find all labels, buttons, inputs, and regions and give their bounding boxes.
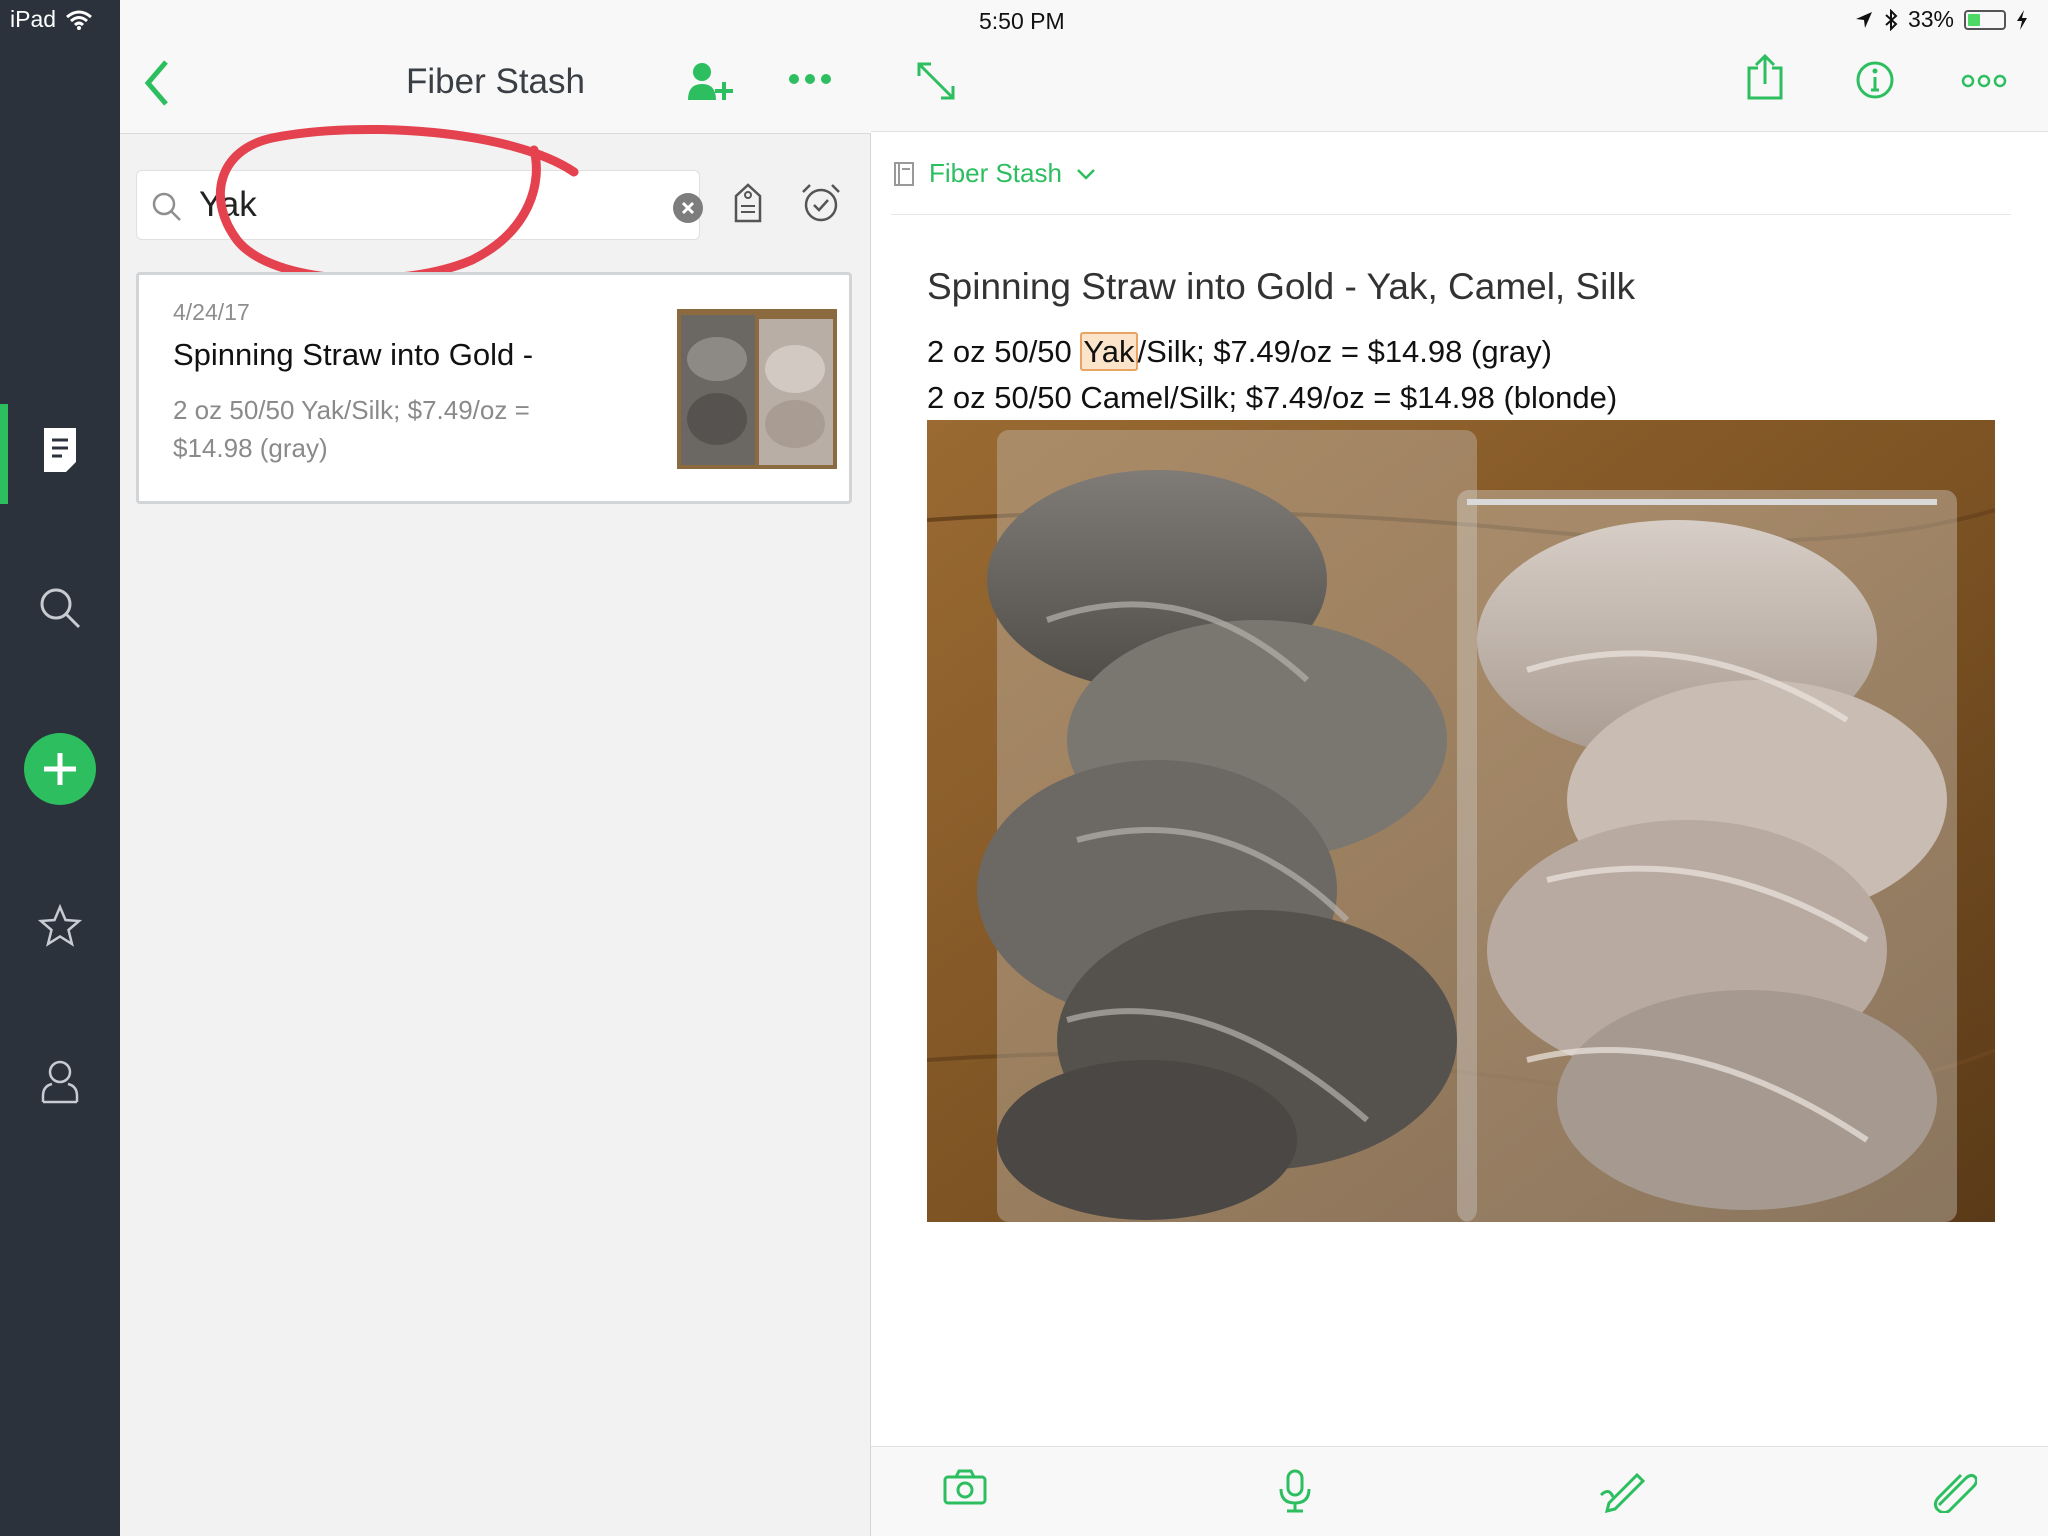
sidebar-item-search[interactable]	[0, 586, 120, 630]
new-note-button[interactable]	[24, 733, 96, 805]
clear-search-button[interactable]	[673, 193, 703, 223]
sidebar-item-shortcuts[interactable]	[0, 904, 120, 948]
note-bottom-toolbar	[871, 1446, 2048, 1536]
tag-filter-button[interactable]	[732, 182, 764, 229]
more-icon	[789, 74, 831, 84]
audio-button[interactable]	[1277, 1469, 1313, 1518]
share-notebook-button[interactable]	[686, 60, 734, 109]
charging-icon	[2017, 9, 2027, 30]
paperclip-icon	[1933, 1473, 1979, 1515]
status-right: 33%	[1854, 6, 2028, 33]
attachment-button[interactable]	[1931, 1469, 1979, 1518]
sidebar-item-notes[interactable]	[0, 424, 120, 474]
notebook-icon	[894, 161, 914, 186]
sidebar-item-account[interactable]	[0, 1058, 120, 1104]
wifi-icon	[66, 10, 93, 30]
note-list-pane: Fiber Stash Yak 4/24/17 Spinning Straw i…	[120, 0, 871, 1536]
list-header: Fiber Stash	[120, 0, 871, 134]
more-icon	[1961, 74, 2007, 88]
search-match-highlight: Yak	[1080, 332, 1138, 371]
sketch-button[interactable]	[1599, 1469, 1647, 1518]
camera-button[interactable]	[943, 1469, 987, 1510]
battery-percent: 33%	[1907, 6, 1954, 32]
status-time: 5:50 PM	[979, 8, 1065, 34]
note-more-button[interactable]	[1961, 74, 2007, 93]
plus-icon	[44, 753, 76, 785]
share-icon	[1747, 53, 1783, 100]
search-icon	[152, 192, 181, 221]
chevron-down-icon	[1077, 168, 1095, 180]
status-left: iPad	[10, 6, 93, 33]
notebook-selector[interactable]: Fiber Stash	[893, 158, 1096, 189]
note-thumbnail	[677, 309, 837, 469]
fiber-thumbnail-image	[677, 309, 837, 469]
note-title[interactable]: Spinning Straw into Gold - Yak, Camel, S…	[927, 266, 1635, 308]
list-more-button[interactable]	[788, 72, 832, 91]
bluetooth-icon	[1885, 8, 1898, 31]
sidebar-rail: iPad	[0, 0, 120, 1536]
fiber-bags-photo	[927, 420, 1995, 1222]
search-field[interactable]: Yak	[136, 170, 703, 240]
note-body-line[interactable]: 2 oz 50/50 Camel/Silk; $7.49/oz = $14.98…	[927, 380, 1617, 416]
note-image[interactable]	[927, 420, 1995, 1222]
close-icon	[681, 201, 695, 215]
note-toolbar: 5:50 PM 33%	[871, 0, 2048, 132]
line-text: /Silk; $7.49/oz = $14.98 (gray)	[1137, 334, 1552, 369]
divider	[891, 214, 2011, 215]
alarm-clock-icon	[802, 184, 840, 222]
notebook-title: Fiber Stash	[406, 62, 585, 101]
person-icon	[41, 1060, 79, 1104]
note-title: Spinning Straw into Gold -	[173, 337, 534, 372]
note-icon	[44, 428, 76, 472]
notebook-name: Fiber Stash	[929, 158, 1062, 188]
battery-icon	[1964, 9, 2006, 30]
note-snippet: 2 oz 50/50 Yak/Silk; $7.49/oz = $14.98 (…	[173, 395, 530, 463]
info-button[interactable]	[1855, 60, 1895, 105]
note-list-item[interactable]: 4/24/17 Spinning Straw into Gold - 2 oz …	[136, 272, 852, 504]
star-icon	[38, 904, 82, 947]
note-body-line[interactable]: 2 oz 50/50 Yak/Silk; $7.49/oz = $14.98 (…	[927, 332, 1552, 371]
search-input[interactable]: Yak	[199, 185, 257, 225]
location-icon	[1855, 11, 1872, 28]
pen-icon	[1599, 1472, 1646, 1514]
camera-icon	[943, 1469, 987, 1505]
reminder-filter-button[interactable]	[800, 182, 842, 229]
note-editor-pane: 5:50 PM 33% Fiber Stash Spinning Straw i…	[871, 0, 2048, 1536]
share-button[interactable]	[1745, 53, 1785, 105]
microphone-icon	[1279, 1469, 1311, 1513]
expand-button[interactable]	[915, 60, 957, 107]
tag-icon	[734, 183, 762, 223]
add-user-icon	[688, 63, 733, 100]
info-icon	[1856, 61, 1894, 99]
note-date: 4/24/17	[173, 299, 250, 325]
search-icon	[40, 588, 81, 629]
device-label: iPad	[10, 6, 57, 32]
expand-icon	[917, 62, 955, 100]
line-text: 2 oz 50/50	[927, 334, 1081, 369]
